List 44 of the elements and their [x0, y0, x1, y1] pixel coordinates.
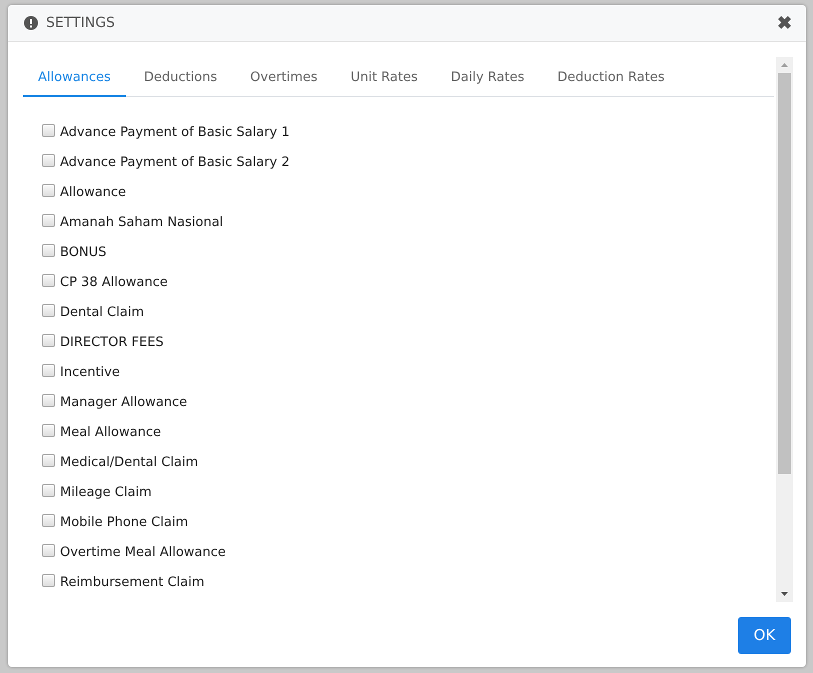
- checkbox[interactable]: [42, 154, 55, 166]
- checkbox-label: Advance Payment of Basic Salary 2: [60, 154, 290, 170]
- checkbox[interactable]: [42, 124, 55, 136]
- checkbox[interactable]: [42, 304, 55, 316]
- checkbox-label: Manager Allowance: [60, 394, 188, 410]
- checkbox-label: DIRECTOR FEES: [60, 334, 164, 350]
- tab[interactable]: Daily Rates: [436, 62, 540, 97]
- checkbox[interactable]: [42, 574, 55, 586]
- tab[interactable]: Deduction Rates: [542, 62, 680, 97]
- checkbox[interactable]: [42, 214, 55, 226]
- checkbox-label: BONUS: [60, 244, 106, 260]
- checkbox[interactable]: [42, 244, 55, 256]
- close-button[interactable]: ✖: [775, 12, 794, 34]
- scrollbar[interactable]: [776, 57, 793, 602]
- checkbox-label: Allowance: [60, 184, 126, 200]
- dialog-title: SETTINGS: [46, 15, 116, 31]
- checkbox-label: Reimbursement Claim: [60, 574, 204, 590]
- checkbox-label: Amanah Saham Nasional: [60, 214, 224, 230]
- tab[interactable]: Allowances: [23, 62, 126, 97]
- checkbox[interactable]: [42, 454, 55, 466]
- scroll-thumb[interactable]: [778, 73, 791, 474]
- checkbox[interactable]: [42, 334, 55, 346]
- checkbox[interactable]: [42, 544, 55, 556]
- ok-button[interactable]: OK: [738, 616, 791, 654]
- checkbox[interactable]: [42, 484, 55, 496]
- tab[interactable]: Unit Rates: [336, 62, 433, 97]
- checkbox[interactable]: [42, 394, 55, 406]
- checkbox-label: Incentive: [60, 364, 120, 380]
- checkbox[interactable]: [42, 274, 55, 286]
- checkbox-label: Advance Payment of Basic Salary 1: [60, 124, 290, 140]
- checkbox-label: CP 38 Allowance: [60, 274, 168, 290]
- checkbox-label: Meal Allowance: [60, 424, 161, 440]
- checkbox-label: Medical/Dental Claim: [60, 454, 198, 470]
- checkbox-label: Dental Claim: [60, 304, 144, 320]
- tab[interactable]: Deductions: [128, 62, 232, 97]
- checkbox-label: Mileage Claim: [60, 484, 152, 500]
- alert-icon: [24, 16, 38, 30]
- checkbox-label: Mobile Phone Claim: [60, 514, 188, 530]
- checkbox[interactable]: [42, 424, 55, 436]
- checkbox[interactable]: [42, 364, 55, 376]
- tab[interactable]: Overtimes: [235, 62, 333, 97]
- checkbox[interactable]: [42, 184, 55, 196]
- checkbox-label: Overtime Meal Allowance: [60, 544, 226, 560]
- checkbox[interactable]: [42, 514, 55, 526]
